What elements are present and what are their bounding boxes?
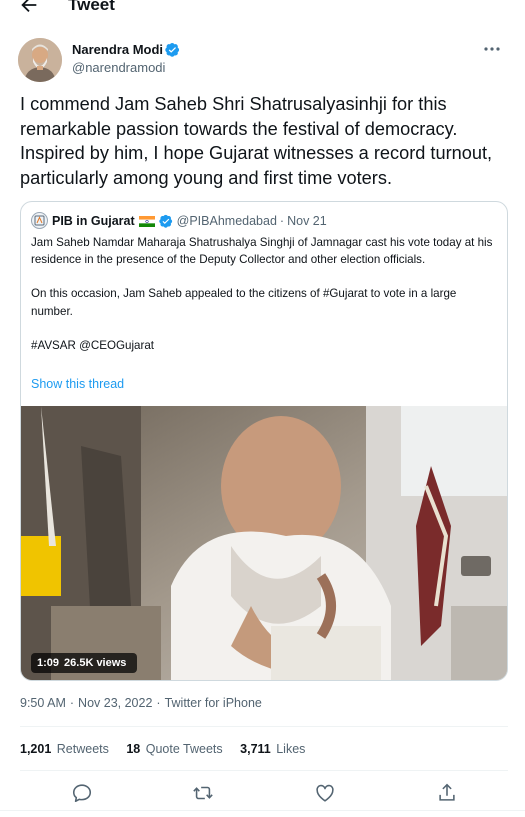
retweets-stat[interactable]: 1,201 Retweets [20,742,109,756]
quoted-avatar [31,212,48,229]
page-title: Tweet [68,0,115,14]
tweet-author: Narendra Modi @narendramodi [18,38,508,82]
quoted-author-handle: @PIBAhmedabad [176,214,277,228]
more-horizontal-icon[interactable] [482,42,502,56]
quoted-tweet-header: PIB in Gujarat @PIBAhmedabad · Nov 21 [31,212,327,230]
quotes-count: 18 [126,742,141,756]
likes-count: 3,711 [240,742,271,756]
likes-stat[interactable]: 3,711 Likes [240,742,305,756]
heart-icon[interactable] [314,782,336,804]
action-bar [20,778,508,808]
arrow-left-icon[interactable] [18,0,40,16]
divider [20,770,508,771]
divider [0,810,525,811]
separator-dot: · [279,214,285,228]
quotes-label: Quote Tweets [145,742,223,756]
top-bar: Tweet [0,0,525,22]
verified-badge-icon [165,42,180,57]
quoted-author-name: PIB in Gujarat [52,214,135,228]
divider [20,726,508,727]
likes-label: Likes [276,742,306,756]
tweet-text: I commend Jam Saheb Shri Shatrusalyasinh… [20,94,493,188]
quoted-date: Nov 21 [287,214,327,228]
avatar[interactable] [18,38,62,82]
quoted-paragraph: #AVSAR @CEOGujarat [31,338,155,352]
quote-tweets-stat[interactable]: 18 Quote Tweets [126,742,222,756]
tweet-time[interactable]: 9:50 AM [20,696,66,710]
quoted-tweet[interactable]: PIB in Gujarat @PIBAhmedabad · Nov 21 Jam … [20,201,508,681]
quoted-paragraph: On this occasion, Jam Saheb appealed to … [31,287,457,318]
quoted-paragraph: Jam Saheb Namdar Maharaja Shatrushalya S… [31,236,493,267]
separator-dot: · [156,696,161,710]
retweet-icon[interactable] [192,782,214,804]
video-player[interactable]: 1:09 26.5K views [21,406,507,680]
tweet-meta: 9:50 AM · Nov 23, 2022 · Twitter for iPhone [20,695,262,712]
engagement-stats: 1,201 Retweets 18 Quote Tweets 3,711 Lik… [20,741,319,758]
separator-dot: · [69,696,75,710]
author-name[interactable]: Narendra Modi [72,41,180,58]
india-flag-icon [138,214,155,227]
quoted-tweet-text: Jam Saheb Namdar Maharaja Shatrushalya S… [31,234,493,371]
video-thumbnail [21,406,507,680]
reply-icon[interactable] [71,782,93,804]
video-duration: 1:09 [37,657,60,669]
retweets-count: 1,201 [20,742,52,756]
show-thread-link[interactable]: Show this thread [31,376,124,393]
tweet-date[interactable]: Nov 23, 2022 [78,696,152,710]
video-stats-badge: 1:09 26.5K views [31,653,138,673]
tweet-source[interactable]: Twitter for iPhone [165,696,262,710]
verified-badge-icon [158,214,172,228]
share-icon[interactable] [436,782,458,804]
retweets-label: Retweets [56,742,109,756]
video-views: 26.5K views [64,657,127,669]
author-handle[interactable]: @narendramodi [72,59,165,76]
